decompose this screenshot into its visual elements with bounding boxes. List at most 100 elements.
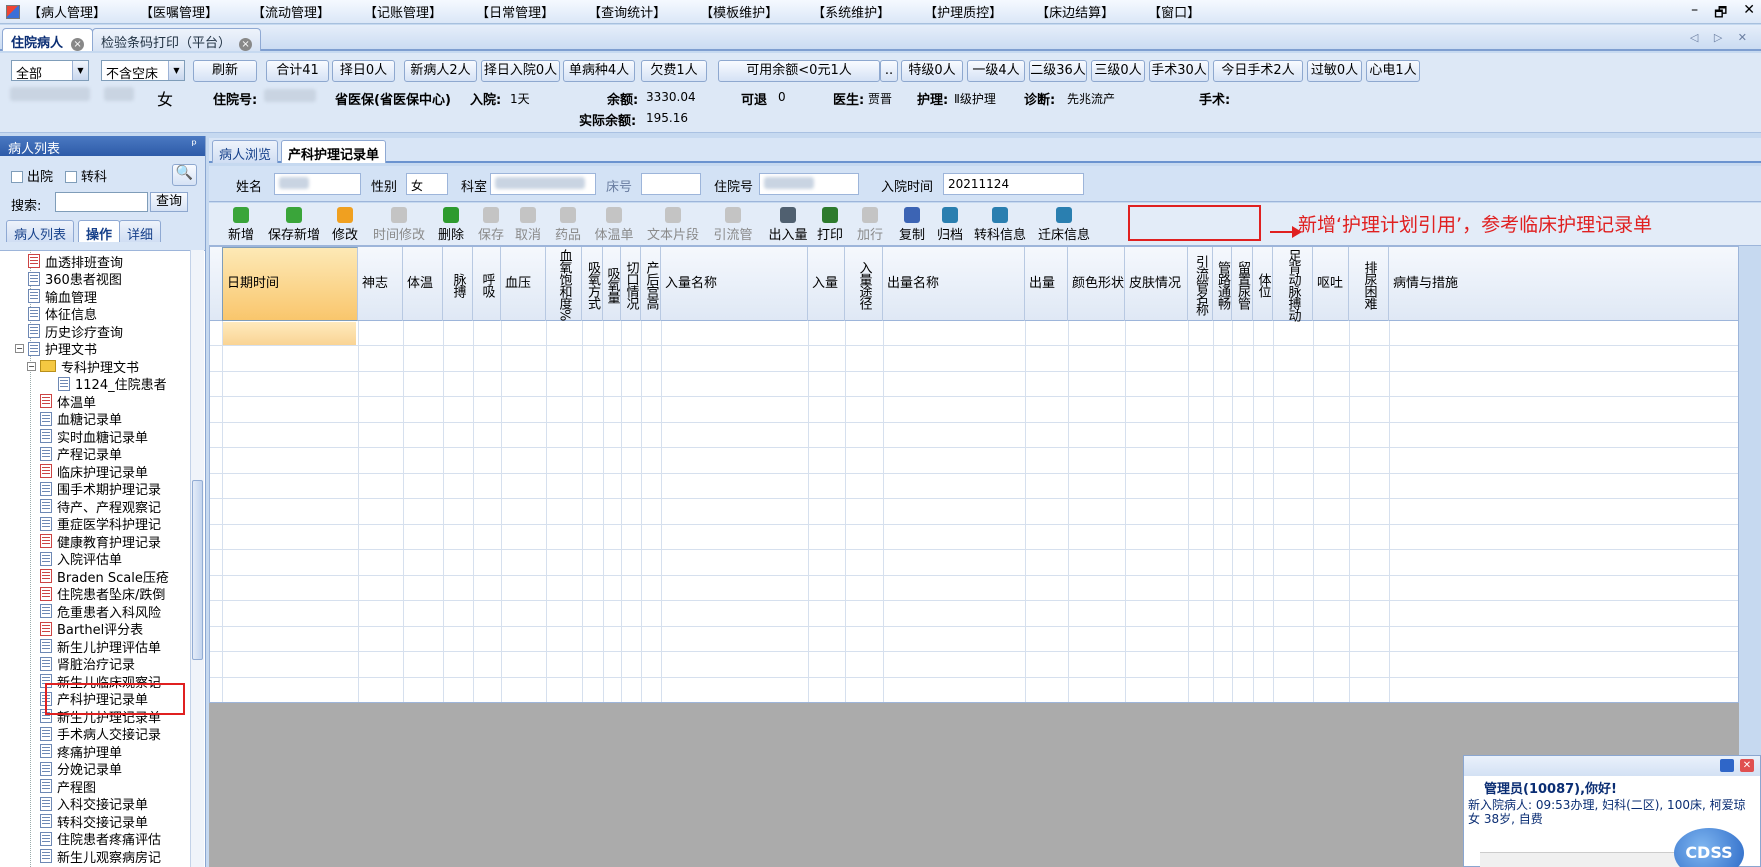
dept-field[interactable] xyxy=(490,173,596,195)
close-tab-icon[interactable]: × xyxy=(71,38,85,51)
tree-item[interactable]: 分娩记录单 xyxy=(40,760,122,778)
menu-item[interactable]: 【病人管理】 xyxy=(28,2,106,21)
tree-item[interactable]: 重症医学科护理记 xyxy=(40,515,161,533)
menu-item[interactable]: 【记账管理】 xyxy=(364,2,442,21)
menu-item[interactable]: 【系统维护】 xyxy=(812,2,890,21)
tree-item[interactable]: 入院评估单 xyxy=(40,550,122,568)
toolbar-button[interactable]: 取消 xyxy=(513,205,543,245)
table-row[interactable] xyxy=(210,474,1738,499)
restore-button[interactable]: 🗗 xyxy=(1714,2,1727,26)
filter-button[interactable]: 欠费1人 xyxy=(641,60,707,82)
tab-lab-barcode-print[interactable]: 检验条码打印（平台） × xyxy=(92,28,262,51)
tree-item[interactable]: 肾脏治疗记录 xyxy=(40,655,135,673)
tree-item[interactable]: 新生儿护理评估单 xyxy=(40,637,161,656)
table-row[interactable] xyxy=(210,551,1738,576)
filter-button[interactable]: 特级0人 xyxy=(901,60,963,82)
menu-item[interactable]: 【窗口】 xyxy=(1148,2,1200,21)
grid-column-header[interactable]: 留置尿管 xyxy=(1232,247,1253,321)
tree-item[interactable]: 产程图 xyxy=(40,777,96,796)
filter-button[interactable]: 合计41 xyxy=(266,60,329,82)
tab-obstetric-nursing-record[interactable]: 产科护理记录单 xyxy=(281,140,387,163)
tree-item[interactable]: 健康教育护理记录 xyxy=(40,532,161,551)
toolbar-button[interactable]: 保存新增 xyxy=(266,205,322,245)
scroll-thumb[interactable] xyxy=(192,480,203,660)
name-field[interactable] xyxy=(274,173,361,195)
toolbar-button[interactable]: 体温单 xyxy=(592,205,636,245)
grid-column-header[interactable]: 病情与措施 xyxy=(1389,247,1738,321)
grid-column-header[interactable]: 血压 xyxy=(501,247,546,321)
tree-item[interactable]: Barthel评分表 xyxy=(40,620,143,638)
tree-item[interactable]: 住院患者疼痛评估 xyxy=(40,830,161,848)
grid-column-header[interactable]: 切口情况 xyxy=(621,247,641,321)
table-row[interactable] xyxy=(210,449,1738,474)
tab-operations[interactable]: 操作 xyxy=(78,220,121,243)
discharged-checkbox[interactable]: 出院 xyxy=(11,166,53,185)
tree-item[interactable]: 实时血糖记录单 xyxy=(40,427,148,446)
tree-item[interactable]: 血透排班查询 xyxy=(28,252,123,271)
inpatient-no-field[interactable] xyxy=(759,173,859,195)
cdss-logo[interactable]: CDSS xyxy=(1674,828,1744,867)
toolbar-button[interactable]: 归档 xyxy=(935,205,965,245)
filter-button[interactable]: 择日入院0人 xyxy=(481,60,560,82)
toolbar-button[interactable]: 转科信息 xyxy=(972,205,1028,245)
grid-column-header[interactable]: 出量 xyxy=(1025,247,1068,321)
tab-nav-icons[interactable]: ◁ ▷ ✕ xyxy=(1690,31,1753,44)
grid-column-header[interactable]: 吸氧量 xyxy=(603,247,621,321)
filter-button[interactable]: 新病人2人 xyxy=(404,60,477,82)
grid-column-header[interactable]: 脉搏 xyxy=(443,247,473,321)
filter-button[interactable]: 三级0人 xyxy=(1091,60,1145,82)
table-row[interactable] xyxy=(210,500,1738,525)
tree-item[interactable]: 待产、产程观察记 xyxy=(40,497,161,516)
tree-item[interactable]: 产程记录单 xyxy=(40,445,122,463)
grid-column-header[interactable]: 体温 xyxy=(403,247,443,321)
tree-item[interactable]: − 专科护理文书 xyxy=(27,357,139,376)
table-row[interactable] xyxy=(210,423,1738,448)
tree-item[interactable]: 输血管理 xyxy=(28,287,97,306)
tree-item[interactable]: − 护理文书 xyxy=(15,340,97,358)
grid-column-header[interactable]: 入量 xyxy=(808,247,845,321)
table-row[interactable] xyxy=(210,347,1738,372)
table-row[interactable] xyxy=(210,602,1738,627)
grid-column-header[interactable]: 足背动脉搏动 xyxy=(1273,247,1313,321)
table-row[interactable] xyxy=(210,525,1738,550)
collapse-icon[interactable]: − xyxy=(27,361,36,371)
transfer-checkbox[interactable]: 转科 xyxy=(65,166,107,185)
filter-button[interactable]: 二级36人 xyxy=(1029,60,1087,82)
grid-column-header[interactable]: 体位 xyxy=(1253,247,1273,321)
filter-button[interactable]: 心电1人 xyxy=(1366,60,1420,82)
minimize-button[interactable]: – xyxy=(1691,2,1698,26)
toolbar-button[interactable]: 新增 xyxy=(226,205,256,245)
tree-item[interactable]: 转科交接记录单 xyxy=(40,812,148,831)
tree-item[interactable]: 围手术期护理记录 xyxy=(40,480,161,498)
grid-column-header[interactable]: 呼吸 xyxy=(473,247,501,321)
tab-inpatients[interactable]: 住院病人 × xyxy=(2,28,94,51)
filter-button[interactable]: 今日手术2人 xyxy=(1213,60,1303,82)
grid-column-header[interactable]: 神志 xyxy=(358,247,403,321)
grid-column-header[interactable]: 入量途径 xyxy=(845,247,883,321)
grid-column-header[interactable]: 管路通畅 xyxy=(1213,247,1232,321)
tree-item[interactable]: Braden Scale压疮 xyxy=(40,567,169,586)
menu-item[interactable]: 【护理质控】 xyxy=(924,2,1002,21)
filter-button[interactable]: 过敏0人 xyxy=(1307,60,1362,82)
grid-column-header[interactable]: 引流管名称 xyxy=(1188,247,1213,321)
menu-item[interactable]: 【床边结算】 xyxy=(1036,2,1114,21)
grid-column-header[interactable]: 入量名称 xyxy=(661,247,808,321)
query-button[interactable]: 查询 xyxy=(150,192,188,212)
toolbar-button[interactable]: 时间修改 xyxy=(371,205,427,245)
collapse-icon[interactable]: − xyxy=(15,344,24,353)
search-input[interactable] xyxy=(55,192,148,212)
toolbar-button[interactable]: 打印 xyxy=(815,205,845,245)
tree-item[interactable]: 手术病人交接记录 xyxy=(40,725,161,743)
table-row[interactable] xyxy=(210,678,1738,702)
pin-icon[interactable]: ᵖ xyxy=(191,138,197,153)
search-icon[interactable]: 🔍 xyxy=(172,164,197,186)
toolbar-button[interactable]: 引流管 xyxy=(710,205,756,245)
grid-column-header[interactable]: 出量名称 xyxy=(883,247,1025,321)
menu-item[interactable]: 【流动管理】 xyxy=(252,2,330,21)
filter-button[interactable]: 择日0人 xyxy=(332,60,395,82)
tree-item[interactable]: 360患者视图 xyxy=(28,270,122,288)
sex-field[interactable]: 女 xyxy=(406,173,448,195)
tab-patient-list[interactable]: 病人列表 xyxy=(6,220,75,243)
grid-column-header[interactable]: 排尿困难 xyxy=(1349,247,1389,321)
admit-time-field[interactable]: 20211124 xyxy=(943,173,1084,195)
